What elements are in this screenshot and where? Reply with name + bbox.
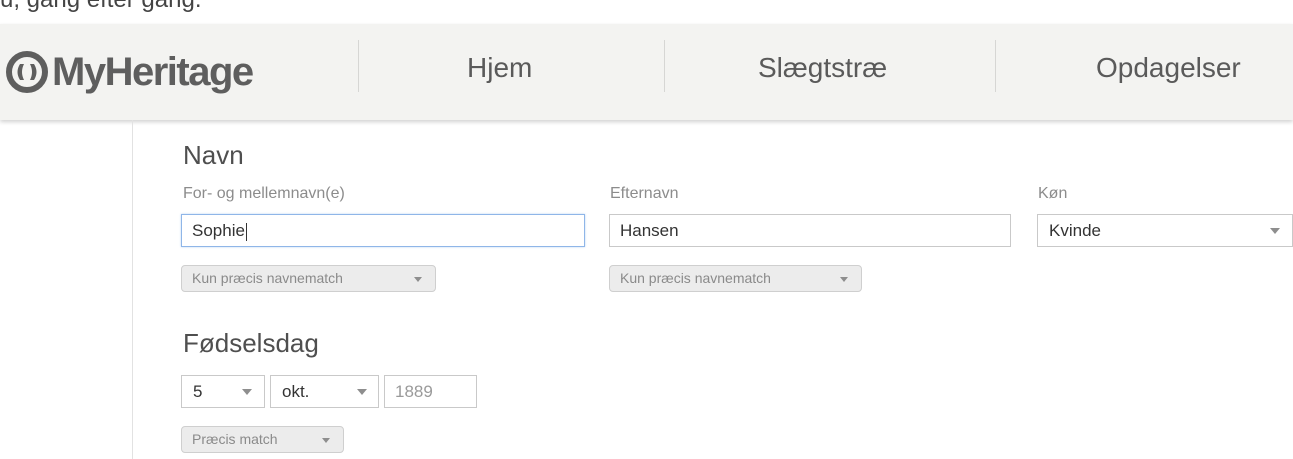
birth-month-select[interactable]: okt. <box>270 375 379 408</box>
first-name-match-label: Kun præcis navnematch <box>192 270 343 286</box>
birth-day-select[interactable]: 5 <box>181 375 265 408</box>
chevron-down-icon <box>414 277 422 282</box>
last-name-match-label: Kun præcis navnematch <box>620 270 771 286</box>
logo-wordmark: MyHeritage <box>52 49 254 94</box>
first-name-match-dropdown[interactable]: Kun præcis navnematch <box>181 265 436 292</box>
myheritage-logo-icon <box>6 51 48 93</box>
nav-divider <box>664 40 665 92</box>
top-navigation-bar: MyHeritage Hjem Slægtstræ Opdagelser <box>0 24 1293 120</box>
gender-value: Kvinde <box>1049 221 1101 240</box>
nav-item-slaegtstrae[interactable]: Slægtstræ <box>758 50 887 86</box>
chevron-down-icon <box>357 389 367 395</box>
cut-off-text: u, gang efter gang. <box>0 0 202 14</box>
first-name-value: Sophie <box>192 221 245 240</box>
myheritage-logo[interactable]: MyHeritage <box>6 46 254 98</box>
birth-match-dropdown[interactable]: Præcis match <box>181 426 344 453</box>
chevron-down-icon <box>1270 228 1280 234</box>
birth-section-title: Fødselsdag <box>183 328 319 358</box>
last-name-value: Hansen <box>620 221 679 240</box>
last-name-match-dropdown[interactable]: Kun præcis navnematch <box>609 265 862 292</box>
gender-select[interactable]: Kvinde <box>1037 214 1293 247</box>
name-section-title: Navn <box>183 140 244 170</box>
gender-label: Køn <box>1038 185 1068 202</box>
chevron-down-icon <box>840 277 848 282</box>
birth-day-value: 5 <box>193 382 203 401</box>
first-name-input[interactable]: Sophie <box>181 214 585 247</box>
birth-match-label: Præcis match <box>192 431 278 447</box>
birth-month-value: okt. <box>282 382 310 401</box>
left-border <box>132 120 133 459</box>
first-name-label: For- og mellemnavn(e) <box>183 185 345 202</box>
last-name-input[interactable]: Hansen <box>609 214 1011 247</box>
chevron-down-icon <box>242 389 252 395</box>
last-name-label: Efternavn <box>610 185 679 202</box>
chevron-down-icon <box>322 438 330 443</box>
top-strip: u, gang efter gang. <box>0 0 1293 24</box>
search-form: Navn For- og mellemnavn(e) Efternavn Køn… <box>0 120 1293 459</box>
nav-divider <box>995 40 996 92</box>
nav-divider <box>358 40 359 92</box>
birth-year-input[interactable]: 1889 <box>384 375 477 408</box>
nav-item-opdagelser[interactable]: Opdagelser <box>1096 50 1241 86</box>
nav-item-hjem[interactable]: Hjem <box>467 50 532 86</box>
text-cursor <box>245 222 247 241</box>
birth-year-value: 1889 <box>395 382 433 401</box>
